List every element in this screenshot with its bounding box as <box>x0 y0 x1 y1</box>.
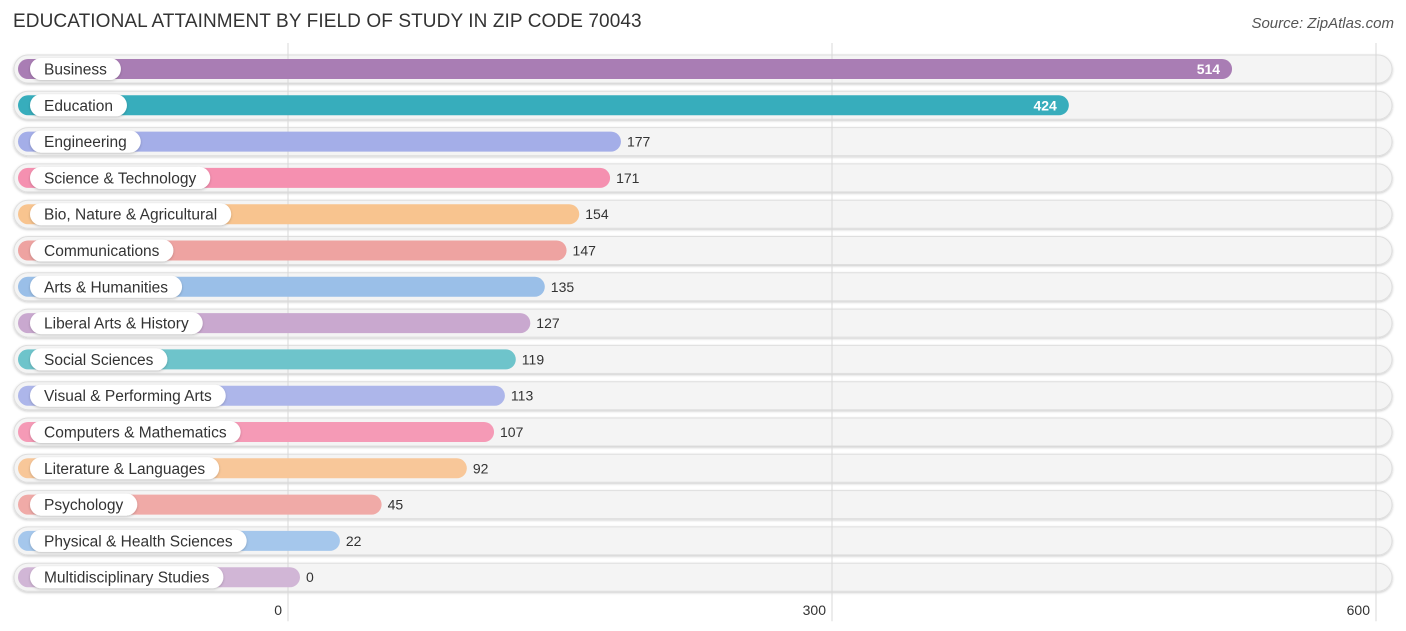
category-label: Physical & Health Sciences <box>44 533 233 550</box>
bar-row: Engineering 177 <box>18 130 651 153</box>
value-label: 127 <box>536 315 560 331</box>
bar-row: Communications 147 <box>18 239 597 262</box>
category-label: Business <box>44 62 107 79</box>
value-label: 0 <box>306 569 314 585</box>
bar-row: Physical & Health Sciences 22 <box>18 529 362 552</box>
value-label: 171 <box>616 170 640 186</box>
value-label: 92 <box>473 460 489 476</box>
category-label: Liberal Arts & History <box>44 316 189 333</box>
value-label: 147 <box>573 243 597 259</box>
value-label: 107 <box>500 424 524 440</box>
category-label: Computers & Mathematics <box>44 425 227 442</box>
bar-row: Education 424 <box>18 94 1069 117</box>
bar-chart: Business 514 Education 424 Engineering 177 Sci… <box>13 43 1393 622</box>
category-label: Bio, Nature & Agricultural <box>44 207 217 224</box>
value-label: 514 <box>1197 61 1221 77</box>
category-label: Arts & Humanities <box>44 279 168 296</box>
bar-row: Multidisciplinary Studies 0 <box>18 566 314 589</box>
category-label: Visual & Performing Arts <box>44 388 212 405</box>
x-tick-label: 300 <box>803 602 827 618</box>
category-label: Science & Technology <box>44 170 196 187</box>
category-label: Psychology <box>44 497 124 514</box>
bar-row: Business 514 <box>18 58 1233 80</box>
category-label: Education <box>44 98 113 115</box>
value-label: 22 <box>346 533 362 549</box>
x-tick-label: 600 <box>1347 602 1371 618</box>
category-label: Social Sciences <box>44 352 154 369</box>
bar[interactable] <box>18 59 1233 79</box>
value-label: 45 <box>388 497 404 513</box>
category-label: Engineering <box>44 134 127 151</box>
bar[interactable] <box>18 95 1069 116</box>
value-label: 177 <box>627 134 651 150</box>
bar-row: Visual & Performing Arts 113 <box>18 384 534 407</box>
value-label: 113 <box>511 388 534 404</box>
value-label: 154 <box>585 206 609 222</box>
bar-row: Bio, Nature & Agricultural 154 <box>18 203 609 226</box>
category-label: Multidisciplinary Studies <box>44 570 210 587</box>
value-label: 119 <box>522 351 545 367</box>
bar-row: Arts & Humanities 135 <box>18 275 575 298</box>
bar-row: Computers & Mathematics 107 <box>18 421 524 443</box>
value-label: 135 <box>551 279 575 295</box>
category-label: Communications <box>44 243 160 260</box>
bar-row: Science & Technology 171 <box>18 166 640 189</box>
bar-row: Literature & Languages 92 <box>18 457 489 480</box>
bar-row: Social Sciences 119 <box>18 348 545 371</box>
bar-row: Psychology 45 <box>18 493 404 516</box>
value-label: 424 <box>1033 97 1057 113</box>
bar-row: Liberal Arts & History 127 <box>18 312 560 335</box>
category-label: Literature & Languages <box>44 461 205 478</box>
x-tick-label: 0 <box>274 602 282 618</box>
